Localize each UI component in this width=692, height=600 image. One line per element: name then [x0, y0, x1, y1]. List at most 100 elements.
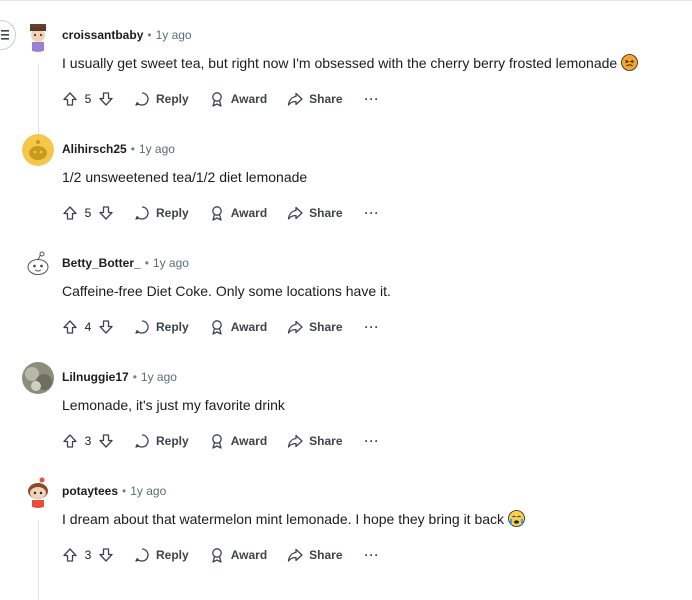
snoo-white-avatar-icon	[22, 248, 54, 280]
vote-count: 4	[84, 320, 92, 334]
award-button[interactable]: Award	[209, 319, 267, 335]
share-button[interactable]: Share	[287, 433, 343, 449]
reply-button[interactable]: Reply	[134, 91, 189, 107]
author-name[interactable]: Betty_Botter_	[62, 256, 141, 270]
vote-controls: 5	[62, 91, 114, 107]
reply-label: Reply	[156, 206, 189, 220]
award-button[interactable]: Award	[209, 205, 267, 221]
reply-button[interactable]: Reply	[134, 433, 189, 449]
more-options-button[interactable]: ···	[365, 92, 380, 106]
avatar[interactable]	[22, 20, 54, 52]
award-label: Award	[230, 206, 268, 220]
photo-avatar-icon	[22, 362, 54, 394]
timestamp[interactable]: 1y ago	[156, 28, 192, 42]
comment-body: I usually get sweet tea, but right now I…	[62, 54, 639, 75]
award-label: Award	[230, 92, 268, 106]
award-icon	[211, 206, 222, 221]
share-label: Share	[309, 548, 343, 562]
snoo-girl-avatar-icon	[22, 476, 54, 508]
more-options-button[interactable]: ···	[365, 434, 380, 448]
vote-count: 5	[84, 92, 92, 106]
vote-count: 3	[84, 434, 92, 448]
author-name[interactable]: croissantbaby	[62, 28, 143, 42]
share-label: Share	[309, 434, 343, 448]
vote-controls: 5	[62, 205, 114, 221]
comment-bubble-icon	[135, 92, 149, 106]
award-icon	[211, 92, 222, 107]
croissant-avatar-icon	[22, 20, 54, 52]
comment-actions: 5 Reply Award Share ···	[62, 85, 380, 113]
comment-actions: 3 Reply Award Share ···	[62, 541, 380, 569]
more-options-button[interactable]: ···	[365, 206, 380, 220]
timestamp[interactable]: 1y ago	[153, 256, 189, 270]
comment-bubble-icon	[135, 434, 149, 448]
timestamp[interactable]: 1y ago	[141, 370, 177, 384]
award-button[interactable]: Award	[209, 91, 267, 107]
reply-label: Reply	[156, 320, 189, 334]
comment-text: 1/2 unsweetened tea/1/2 diet lemonade	[62, 169, 308, 185]
timestamp[interactable]: 1y ago	[130, 484, 166, 498]
snoo-yellow-avatar-icon	[22, 134, 54, 166]
upvote-icon[interactable]	[62, 319, 78, 335]
share-button[interactable]: Share	[287, 547, 343, 563]
comment: potaytees • 1y ago I dream about that wate…	[0, 474, 692, 600]
comment-actions: 3 Reply Award Share ···	[62, 427, 380, 455]
share-button[interactable]: Share	[287, 205, 343, 221]
share-arrow-icon	[288, 206, 303, 220]
comment-body: 1/2 unsweetened tea/1/2 diet lemonade	[62, 168, 307, 186]
comment-meta: Betty_Botter_ • 1y ago	[62, 256, 189, 270]
reply-button[interactable]: Reply	[134, 319, 189, 335]
comment-body: I dream about that watermelon mint lemon…	[62, 510, 525, 531]
award-icon	[211, 548, 222, 563]
top-divider	[0, 0, 692, 1]
comment-meta: potaytees • 1y ago	[62, 484, 166, 498]
vote-controls: 3	[62, 547, 114, 563]
award-icon	[211, 320, 222, 335]
vote-count: 3	[84, 548, 92, 562]
upvote-icon[interactable]	[62, 433, 78, 449]
share-arrow-icon	[288, 92, 303, 106]
downvote-icon[interactable]	[98, 91, 114, 107]
reply-label: Reply	[156, 92, 189, 106]
thread-line[interactable]	[38, 520, 39, 600]
upvote-icon[interactable]	[62, 205, 78, 221]
comment: Lilnuggie17 • 1y ago Lemonade, it's just m…	[0, 360, 692, 474]
award-button[interactable]: Award	[209, 547, 267, 563]
more-options-button[interactable]: ···	[365, 548, 380, 562]
avatar[interactable]	[22, 248, 54, 280]
award-label: Award	[230, 548, 268, 562]
downvote-icon[interactable]	[98, 547, 114, 563]
comment: Alihirsch25 • 1y ago 1/2 unsweetened tea/1…	[0, 132, 692, 246]
separator-dot: •	[147, 28, 152, 42]
downvote-icon[interactable]	[98, 433, 114, 449]
author-name[interactable]: Lilnuggie17	[62, 370, 129, 384]
award-button[interactable]: Award	[209, 433, 267, 449]
award-icon	[211, 434, 222, 449]
persevering-face-emoji-icon	[621, 54, 639, 75]
upvote-icon[interactable]	[62, 91, 78, 107]
award-label: Award	[230, 320, 268, 334]
reply-button[interactable]: Reply	[134, 547, 189, 563]
avatar[interactable]	[22, 134, 54, 166]
vote-controls: 4	[62, 319, 114, 335]
downvote-icon[interactable]	[98, 319, 114, 335]
downvote-icon[interactable]	[98, 205, 114, 221]
upvote-icon[interactable]	[62, 547, 78, 563]
avatar[interactable]	[22, 362, 54, 394]
crying-face-emoji-icon	[508, 510, 525, 531]
comment-text: Caffeine-free Diet Coke. Only some locat…	[62, 283, 391, 299]
more-options-button[interactable]: ···	[365, 320, 380, 334]
reply-button[interactable]: Reply	[134, 205, 189, 221]
comment-bubble-icon	[135, 206, 149, 220]
share-button[interactable]: Share	[287, 319, 343, 335]
comment: Betty_Botter_ • 1y ago Caffeine-free Diet …	[0, 246, 692, 360]
award-label: Award	[230, 434, 268, 448]
share-button[interactable]: Share	[287, 91, 343, 107]
comment-body: Caffeine-free Diet Coke. Only some locat…	[62, 282, 391, 300]
author-name[interactable]: potaytees	[62, 484, 118, 498]
comment: croissantbaby • 1y ago I usually get sweet…	[0, 18, 692, 144]
timestamp[interactable]: 1y ago	[139, 142, 175, 156]
separator-dot: •	[144, 256, 149, 270]
author-name[interactable]: Alihirsch25	[62, 142, 127, 156]
avatar[interactable]	[22, 476, 54, 508]
